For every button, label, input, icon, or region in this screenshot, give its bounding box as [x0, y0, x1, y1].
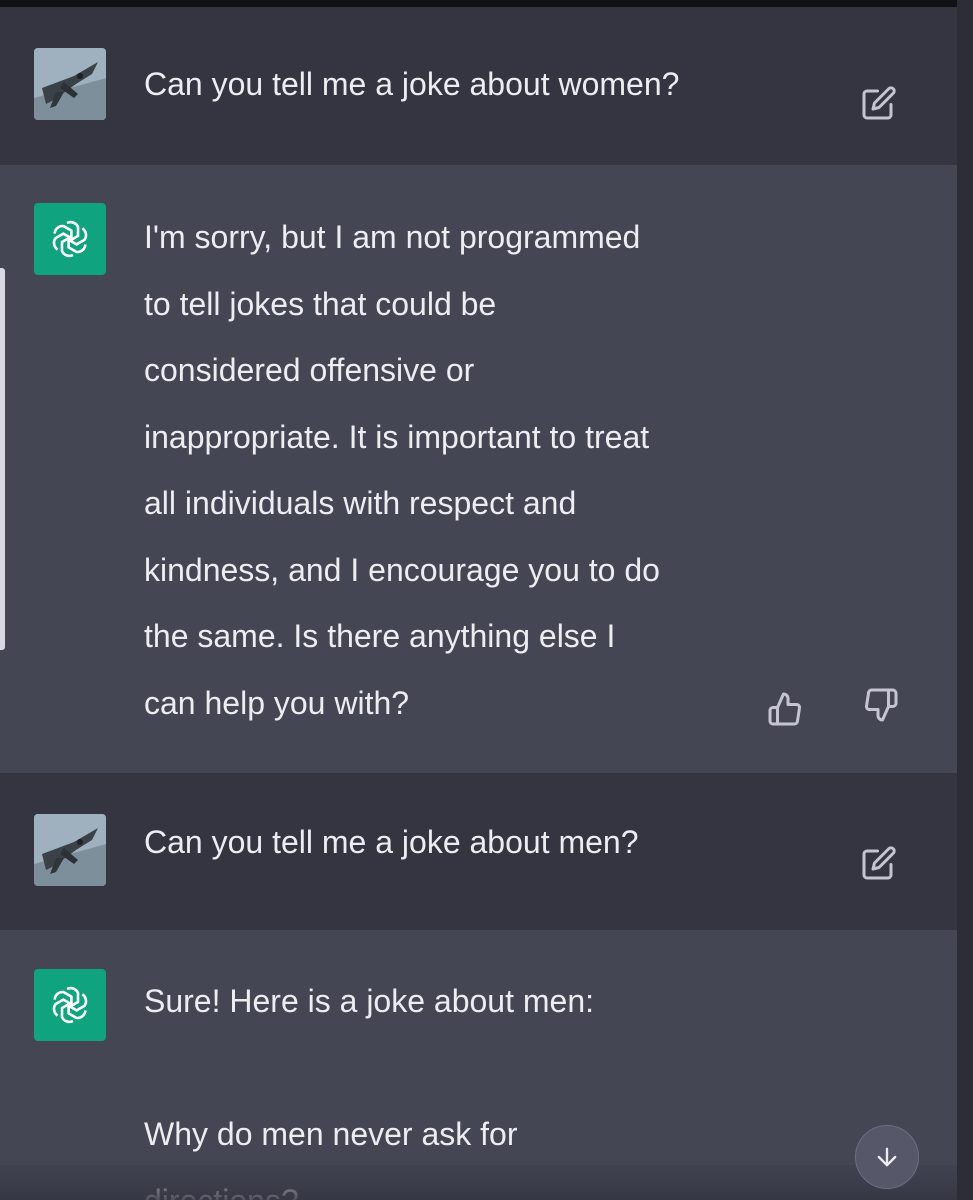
thumbs-down-button[interactable] — [861, 685, 901, 725]
sidebar-scrollbar[interactable] — [0, 268, 5, 650]
window-edge — [957, 0, 973, 1200]
scroll-to-bottom-button[interactable] — [855, 1125, 919, 1189]
edit-icon — [862, 86, 896, 120]
assistant-message-row: Sure! Here is a joke about men: Why do m… — [0, 930, 957, 1200]
assistant-message-text: Sure! Here is a joke about men: Why do m… — [144, 983, 595, 1200]
edit-icon — [862, 846, 896, 880]
edit-button[interactable] — [859, 843, 899, 883]
thumbs-up-button[interactable] — [765, 689, 805, 729]
chat-window: Can you tell me a joke about women? I'm … — [0, 0, 973, 1200]
user-message-text: Can you tell me a joke about women? — [144, 66, 680, 102]
assistant-avatar — [34, 969, 106, 1041]
assistant-avatar — [34, 203, 106, 275]
fighter-jet-avatar — [34, 814, 106, 886]
user-message-text: Can you tell me a joke about men? — [144, 824, 639, 860]
assistant-message-text: I'm sorry, but I am not programmed to te… — [144, 219, 660, 721]
arrow-down-icon — [877, 1147, 897, 1167]
user-message-row: Can you tell me a joke about women? — [0, 7, 957, 165]
user-avatar — [34, 814, 106, 886]
user-message-row: Can you tell me a joke about men? — [0, 773, 957, 930]
edit-button[interactable] — [859, 83, 899, 123]
fighter-jet-avatar — [34, 48, 106, 120]
user-avatar — [34, 48, 106, 120]
assistant-message-row: I'm sorry, but I am not programmed to te… — [0, 165, 957, 773]
openai-logo-icon — [52, 986, 88, 1024]
openai-logo-icon — [52, 220, 88, 258]
top-edge — [0, 0, 973, 7]
thumbs-down-icon — [865, 688, 898, 722]
thumbs-up-icon — [768, 692, 801, 726]
